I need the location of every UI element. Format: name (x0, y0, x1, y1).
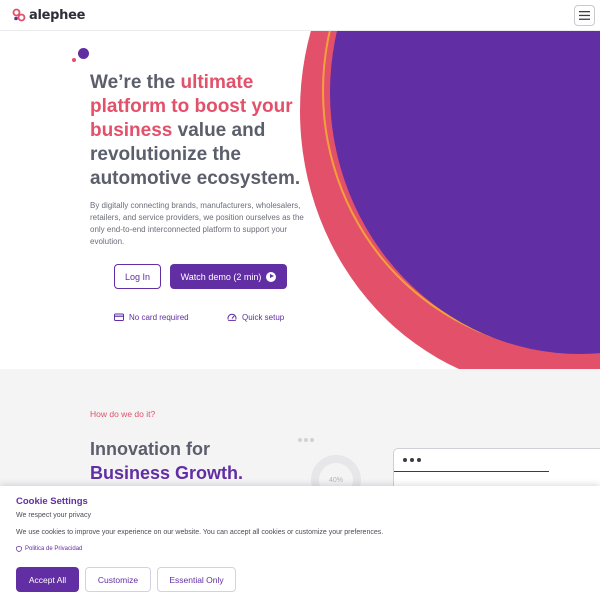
decor-dot-pink (72, 58, 76, 62)
section-title: Innovation for Business Growth. (90, 437, 243, 485)
feature-no-card-label: No card required (129, 312, 189, 322)
hero-title: We’re the ultimate platform to boost you… (90, 71, 330, 191)
accept-all-label: Accept All (28, 574, 67, 585)
menu-button[interactable] (574, 5, 595, 26)
credit-card-icon (114, 313, 124, 321)
section-title-line1: Innovation for (90, 439, 210, 459)
cookie-banner: Cookie Settings We respect your privacy … (0, 486, 600, 600)
window-divider (394, 471, 549, 472)
cookie-text: We use cookies to improve your experienc… (16, 529, 384, 536)
watch-demo-button[interactable]: Watch demo (2 min) (170, 264, 287, 289)
accept-all-button[interactable]: Accept All (16, 567, 79, 592)
essential-only-button[interactable]: Essential Only (157, 567, 236, 592)
watch-demo-label: Watch demo (2 min) (180, 271, 262, 282)
login-button-label: Log In (124, 271, 151, 282)
top-header: alephee (0, 0, 600, 31)
hero-description: By digitally connecting brands, manufact… (90, 201, 304, 246)
feature-quick-setup-label: Quick setup (242, 312, 285, 322)
customize-label: Customize (97, 574, 139, 585)
feature-quick-setup: Quick setup (227, 312, 284, 322)
logo-text: alephee (29, 7, 86, 23)
window-dots (403, 458, 421, 462)
hero-title-part: We’re the (90, 72, 181, 93)
section-kicker: How do we do it? (90, 409, 156, 419)
decor-dots (298, 438, 314, 442)
section-title-line2: Business Growth. (90, 463, 244, 483)
privacy-policy-link[interactable]: Politica de Privacidad (16, 546, 82, 552)
hero-section: We’re the ultimate platform to boost you… (0, 31, 600, 369)
decor-dot-purple (78, 48, 89, 59)
essential-only-label: Essential Only (169, 574, 224, 585)
decor-circle-purple (330, 31, 600, 354)
play-icon (266, 271, 277, 282)
hamburger-menu-icon (579, 11, 590, 20)
donut-label: 40% (328, 476, 343, 484)
shield-icon (16, 546, 22, 552)
cookie-subtitle: We respect your privacy (16, 512, 91, 519)
logo[interactable]: alephee (12, 8, 85, 23)
speedometer-icon (227, 313, 237, 321)
cookie-title: Cookie Settings (16, 496, 88, 507)
privacy-policy-label: Politica de Privacidad (25, 546, 83, 552)
feature-no-card: No card required (114, 312, 189, 322)
logo-mark-icon (12, 8, 26, 22)
customize-button[interactable]: Customize (85, 567, 151, 592)
login-button[interactable]: Log In (114, 264, 161, 289)
